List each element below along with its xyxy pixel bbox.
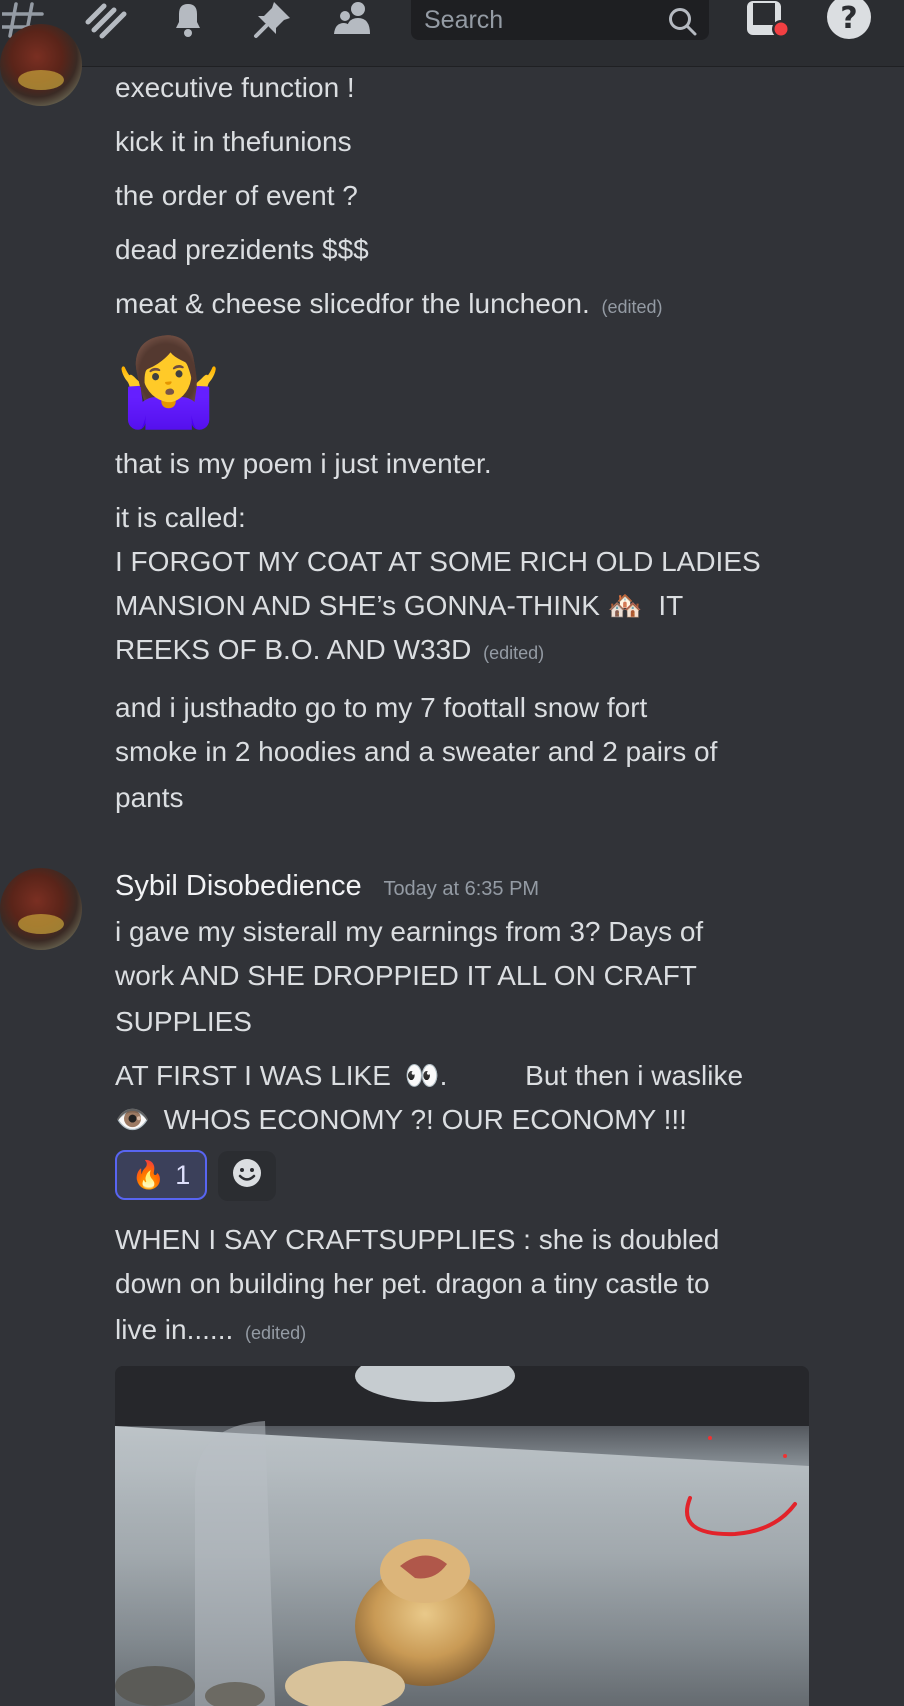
message-line: WHEN I SAY CRAFTSUPPLIES : she is double…	[115, 1224, 720, 1255]
message-line: REEKS OF B.O. AND W33D (edited)	[115, 628, 544, 675]
message-line: executive function !	[115, 72, 355, 103]
message-text: REEKS OF B.O. AND W33D	[115, 634, 472, 665]
shrug-emoji: 🤷‍♀️	[115, 335, 223, 431]
message-line: smoke in 2 hoodies and a sweater and 2 p…	[115, 736, 718, 767]
search-input[interactable]: Search	[411, 0, 709, 40]
message-text: But then i waslike	[525, 1060, 744, 1091]
channel-header: Search ?	[0, 0, 904, 67]
message-line: I FORGOT MY COAT AT SOME RICH OLD LADIES	[115, 546, 761, 577]
search-icon	[667, 6, 697, 43]
eyes-emoji: 👀	[404, 1060, 440, 1091]
message-line: 👁️ WHOS ECONOMY ?! OUR ECONOMY !!!	[115, 1098, 687, 1142]
inbox-icon[interactable]	[742, 0, 792, 40]
timestamp: Today at 6:35 PM	[383, 878, 540, 900]
edited-label: (edited)	[601, 297, 663, 317]
bearded-dragon-photo	[115, 1366, 809, 1706]
bell-icon[interactable]	[164, 0, 212, 40]
houses-emoji: 🏘️	[607, 590, 643, 621]
message-line: pants	[115, 782, 184, 813]
message-line: SUPPLIES	[115, 1006, 252, 1037]
message-line: that is my poem i just inventer.	[115, 448, 492, 479]
message-text: .	[439, 1060, 448, 1091]
message-line: live in...... (edited)	[115, 1308, 306, 1355]
author-name[interactable]: Sybil Disobedience	[115, 870, 362, 902]
search-placeholder: Search	[424, 5, 504, 34]
threads-icon[interactable]	[80, 0, 130, 40]
fire-emoji: 🔥	[131, 1160, 166, 1190]
message-text: MANSION AND SHE’s GONNA-THINK	[115, 590, 600, 621]
smiley-icon	[231, 1157, 263, 1196]
message-line: the order of event ?	[115, 180, 358, 211]
message-line: dead prezidents $$$	[115, 234, 369, 265]
message-line: and i justhadto go to my 7 foottall snow…	[115, 692, 648, 723]
message-line: work AND SHE DROPPIED IT ALL ON CRAFT	[115, 960, 697, 991]
message-line: MANSION AND SHE’s GONNA-THINK 🏘️ IT	[115, 584, 683, 628]
edited-label: (edited)	[245, 1323, 307, 1343]
reaction-count: 1	[175, 1159, 191, 1190]
avatar[interactable]	[0, 24, 82, 106]
pin-icon[interactable]	[248, 0, 296, 40]
message-header: Sybil Disobedience Today at 6:35 PM	[115, 864, 539, 911]
help-icon[interactable]: ?	[824, 0, 874, 40]
message-text: IT	[658, 590, 684, 621]
message-line: down on building her pet. dragon a tiny …	[115, 1268, 710, 1299]
message-line: AT FIRST I WAS LIKE 👀. But then i waslik…	[115, 1054, 743, 1098]
edited-label: (edited)	[483, 643, 545, 663]
message-text: meat & cheese slicedfor the luncheon.	[115, 288, 590, 319]
message-text: WHOS ECONOMY ?! OUR ECONOMY !!!	[163, 1104, 687, 1135]
add-reaction-button[interactable]	[218, 1151, 276, 1201]
reaction-fire[interactable]: 🔥 1	[115, 1150, 207, 1200]
image-attachment[interactable]	[115, 1366, 809, 1706]
members-icon[interactable]	[330, 0, 378, 40]
eye-emoji: 👁️	[115, 1104, 150, 1135]
message-text: AT FIRST I WAS LIKE	[115, 1060, 391, 1091]
avatar[interactable]	[0, 868, 82, 950]
message-line: i gave my sisterall my earnings from 3? …	[115, 916, 704, 947]
message-text: live in......	[115, 1314, 234, 1345]
message-line: kick it in thefunions	[115, 126, 352, 157]
svg-text:?: ?	[840, 1, 857, 36]
message-line: it is called:	[115, 502, 246, 533]
message-line: meat & cheese slicedfor the luncheon. (e…	[115, 282, 663, 329]
